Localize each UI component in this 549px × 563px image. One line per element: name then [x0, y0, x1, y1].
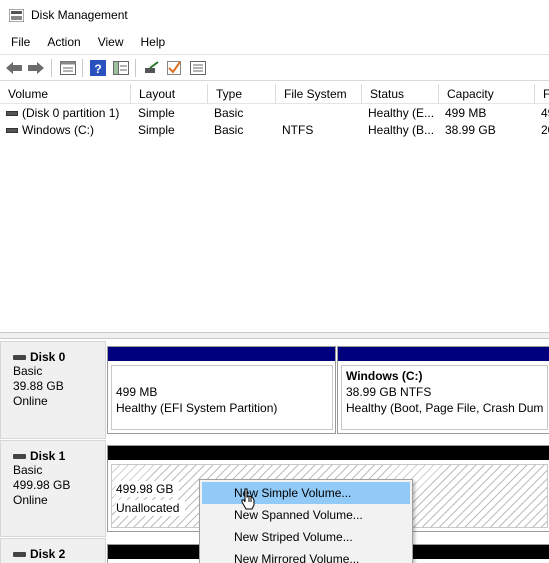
disk-type: Basic: [13, 463, 43, 477]
disk-name: Disk 1: [30, 449, 66, 463]
disk-status: Online: [13, 394, 48, 408]
menu-bar: File Action View Help: [0, 31, 549, 53]
partition-status: Healthy (Boot, Page File, Crash Dump, P: [346, 401, 543, 415]
menu-item-new-mirrored-volume[interactable]: New Mirrored Volume...: [202, 548, 410, 563]
partition-status: Healthy (EFI System Partition): [116, 401, 278, 415]
toolbar-separator: [82, 59, 83, 77]
volume-name-cell: Windows (C:): [6, 122, 131, 139]
partition-size: 499 MB: [116, 385, 158, 399]
file-system-cell: NTFS: [282, 123, 314, 137]
help-icon[interactable]: ?: [88, 58, 108, 78]
properties-icon[interactable]: [58, 58, 78, 78]
toolbar-separator: [135, 59, 136, 77]
capacity-cell: 38.99 GB: [445, 123, 496, 137]
console-tree-icon[interactable]: [111, 58, 131, 78]
status-cell: Healthy (E...: [368, 106, 435, 120]
checkmark-icon[interactable]: [164, 58, 184, 78]
capacity-cell: 499 MB: [445, 106, 487, 120]
menu-file[interactable]: File: [5, 32, 36, 52]
unallocated-bar: [108, 446, 549, 460]
disk-icon: [13, 354, 26, 360]
hand-cursor-icon: [241, 488, 255, 510]
partition-status: Unallocated: [116, 500, 186, 516]
list-icon[interactable]: [188, 58, 208, 78]
partition-size: 38.99 GB NTFS: [346, 385, 432, 399]
disk-size: 39.88 GB: [13, 379, 64, 393]
forward-arrow-icon[interactable]: [26, 58, 46, 78]
back-arrow-icon[interactable]: [4, 58, 24, 78]
type-cell: Basic: [214, 106, 244, 120]
layout-cell: Simple: [138, 123, 175, 137]
disk-status: Online: [13, 493, 48, 507]
type-cell: Basic: [214, 123, 244, 137]
free-space-cell: 20: [541, 123, 549, 137]
disk-icon: [13, 453, 26, 459]
volume-icon: [6, 111, 18, 117]
layout-cell: Simple: [138, 106, 175, 120]
disk-2-label[interactable]: Disk 2: [0, 538, 106, 563]
disk-1-label[interactable]: Disk 1 Basic 499.98 GB Online: [0, 440, 106, 537]
primary-partition-bar: [108, 347, 335, 361]
column-header-capacity[interactable]: Capacity: [439, 84, 535, 104]
menu-item-new-simple-volume[interactable]: New Simple Volume...: [202, 482, 410, 504]
toolbar-separator: [51, 59, 52, 77]
primary-partition-bar: [338, 347, 549, 361]
window-title: Disk Management: [31, 8, 128, 22]
disk-size: 499.98 GB: [13, 478, 71, 492]
volume-row[interactable]: (Disk 0 partition 1) Simple Basic Health…: [0, 105, 549, 122]
menu-help[interactable]: Help: [135, 32, 172, 52]
menu-view[interactable]: View: [92, 32, 130, 52]
partition-body: 499 MB Healthy (EFI System Partition): [111, 365, 333, 430]
partition-size: 499.98 GB: [116, 481, 180, 497]
toolbar: ?: [0, 54, 549, 81]
disk-icon: [13, 551, 26, 557]
column-header-status[interactable]: Status: [362, 84, 439, 104]
menu-action[interactable]: Action: [41, 32, 86, 52]
connect-icon[interactable]: [142, 58, 162, 78]
column-header-type[interactable]: Type: [208, 84, 276, 104]
column-header-free-space[interactable]: Fr: [535, 84, 549, 104]
volume-name-cell: (Disk 0 partition 1): [6, 105, 131, 122]
efi-partition[interactable]: 499 MB Healthy (EFI System Partition): [107, 346, 336, 434]
menu-item-new-striped-volume[interactable]: New Striped Volume...: [202, 526, 410, 548]
title-bar: Disk Management: [0, 0, 549, 31]
svg-text:?: ?: [94, 62, 101, 76]
disk-name: Disk 2: [30, 547, 66, 561]
windows-c-partition[interactable]: Windows (C:) 38.99 GB NTFS Healthy (Boot…: [337, 346, 549, 434]
pane-splitter[interactable]: [0, 332, 549, 339]
column-header-file-system[interactable]: File System: [276, 84, 362, 104]
free-space-cell: 49: [541, 106, 549, 120]
disk-0-label[interactable]: Disk 0 Basic 39.88 GB Online: [0, 341, 106, 439]
disk-management-app-icon: [9, 9, 24, 22]
volume-icon: [6, 128, 18, 134]
status-cell: Healthy (B...: [368, 123, 435, 137]
menu-item-new-spanned-volume[interactable]: New Spanned Volume...: [202, 504, 410, 526]
partition-title: Windows (C:): [346, 369, 423, 383]
volume-row[interactable]: Windows (C:) Simple Basic NTFS Healthy (…: [0, 122, 549, 139]
disk-type: Basic: [13, 364, 43, 378]
column-header-volume[interactable]: Volume: [0, 84, 131, 104]
volume-list: Volume Layout Type File System Status Ca…: [0, 84, 549, 332]
context-menu: New Simple Volume... New Spanned Volume.…: [199, 479, 413, 563]
disk-name: Disk 0: [30, 350, 66, 364]
partition-body: Windows (C:) 38.99 GB NTFS Healthy (Boot…: [341, 365, 548, 430]
column-header-layout[interactable]: Layout: [131, 84, 208, 104]
